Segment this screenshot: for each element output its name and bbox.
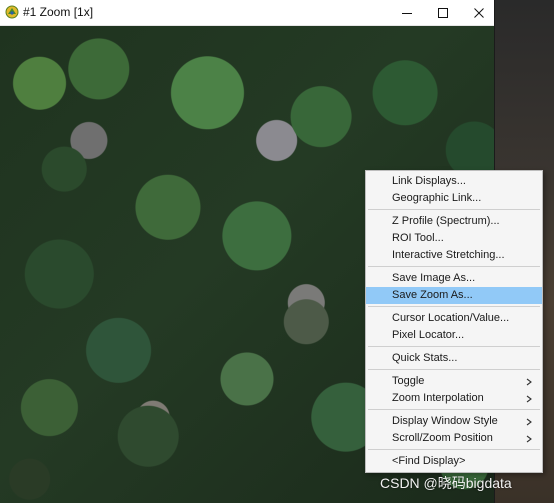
- context-menu: Link Displays... Geographic Link... Z Pr…: [365, 170, 543, 473]
- menu-item-save-zoom-as[interactable]: Save Zoom As...: [366, 287, 542, 304]
- menu-item-save-image-as[interactable]: Save Image As...: [366, 270, 542, 287]
- menu-item-toggle[interactable]: Toggle: [366, 373, 542, 390]
- menu-item-label: Save Image As...: [392, 272, 476, 284]
- menu-item-label: Geographic Link...: [392, 192, 482, 204]
- menu-separator: [368, 266, 540, 267]
- close-icon: [474, 7, 484, 18]
- menu-item-display-window-style[interactable]: Display Window Style: [366, 413, 542, 430]
- menu-item-label: Link Displays...: [392, 175, 466, 187]
- chevron-right-icon: [524, 430, 534, 447]
- menu-item-cursor-location-value[interactable]: Cursor Location/Value...: [366, 310, 542, 327]
- menu-item-label: Z Profile (Spectrum)...: [392, 215, 500, 227]
- menu-item-roi-tool[interactable]: ROI Tool...: [366, 230, 542, 247]
- menu-item-label: Display Window Style: [392, 415, 498, 427]
- menu-item-zoom-interpolation[interactable]: Zoom Interpolation: [366, 390, 542, 407]
- menu-item-label: Quick Stats...: [392, 352, 458, 364]
- chevron-right-icon: [524, 390, 534, 407]
- menu-separator: [368, 409, 540, 410]
- menu-separator: [368, 346, 540, 347]
- menu-item-label: Pixel Locator...: [392, 329, 465, 341]
- menu-item-link-displays[interactable]: Link Displays...: [366, 173, 542, 190]
- menu-separator: [368, 369, 540, 370]
- menu-item-quick-stats[interactable]: Quick Stats...: [366, 350, 542, 367]
- menu-separator: [368, 449, 540, 450]
- watermark-text: CSDN @晓码bigdata: [380, 475, 512, 491]
- menu-item-label: Interactive Stretching...: [392, 249, 505, 261]
- menu-item-label: ROI Tool...: [392, 232, 444, 244]
- menu-item-label: Scroll/Zoom Position: [392, 432, 493, 444]
- maximize-icon: [438, 7, 448, 18]
- menu-item-geographic-link[interactable]: Geographic Link...: [366, 190, 542, 207]
- menu-item-label: <Find Display>: [392, 455, 466, 467]
- app-icon: [5, 5, 19, 19]
- close-button[interactable]: [460, 0, 498, 25]
- minimize-icon: [402, 12, 412, 14]
- window-title: #1 Zoom [1x]: [23, 5, 94, 19]
- title-bar[interactable]: #1 Zoom [1x]: [0, 0, 494, 26]
- chevron-right-icon: [524, 373, 534, 390]
- menu-item-label: Zoom Interpolation: [392, 392, 484, 404]
- menu-item-find-display[interactable]: <Find Display>: [366, 453, 542, 470]
- menu-item-label: Toggle: [392, 375, 425, 387]
- menu-separator: [368, 306, 540, 307]
- menu-separator: [368, 209, 540, 210]
- menu-item-label: Save Zoom As...: [392, 289, 473, 301]
- minimize-button[interactable]: [388, 0, 426, 25]
- menu-item-label: Cursor Location/Value...: [392, 312, 510, 324]
- menu-item-scroll-zoom-position[interactable]: Scroll/Zoom Position: [366, 430, 542, 447]
- maximize-button[interactable]: [424, 0, 462, 25]
- menu-item-pixel-locator[interactable]: Pixel Locator...: [366, 327, 542, 344]
- menu-item-z-profile[interactable]: Z Profile (Spectrum)...: [366, 213, 542, 230]
- menu-item-interactive-stretching[interactable]: Interactive Stretching...: [366, 247, 542, 264]
- chevron-right-icon: [524, 413, 534, 430]
